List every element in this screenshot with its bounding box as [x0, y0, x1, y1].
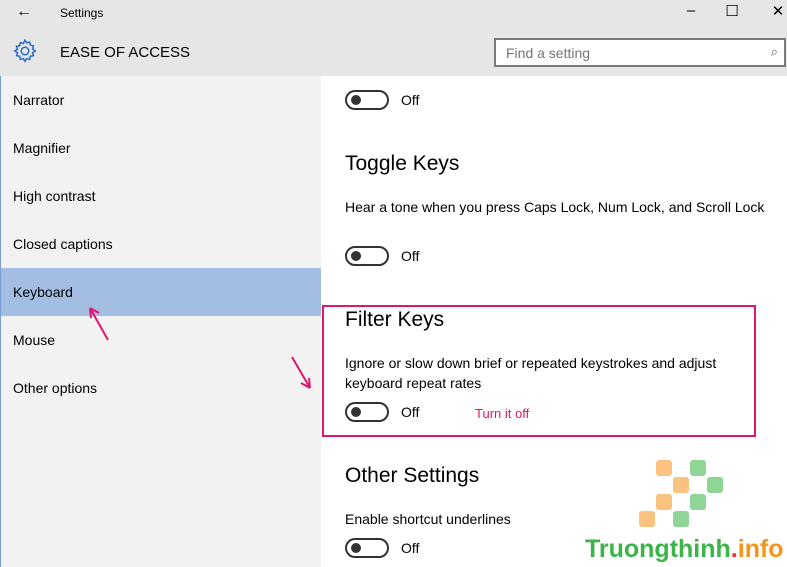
toggle-keys-desc: Hear a tone when you press Caps Lock, Nu… [345, 199, 765, 215]
search-box[interactable]: ⌕ [494, 38, 786, 67]
header: EASE OF ACCESS ⌕ [0, 28, 787, 76]
close-button[interactable]: ✕ [763, 2, 787, 20]
sidebar: Narrator Magnifier High contrast Closed … [0, 76, 321, 567]
title-bar: ← Settings – ☐ ✕ [0, 0, 787, 28]
shortcut-underlines-toggle[interactable] [345, 538, 389, 558]
search-input[interactable] [496, 40, 756, 65]
top-toggle-state: Off [401, 92, 420, 108]
toggle-keys-title: Toggle Keys [345, 152, 460, 175]
other-settings-title: Other Settings [345, 464, 480, 487]
minimize-button[interactable]: – [676, 2, 706, 19]
sidebar-item-magnifier[interactable]: Magnifier [1, 124, 321, 172]
sidebar-item-other-options[interactable]: Other options [1, 364, 321, 412]
gear-icon [13, 38, 37, 63]
watermark-dot: . [730, 535, 738, 563]
sidebar-item-keyboard[interactable]: Keyboard [1, 268, 321, 316]
section-title: EASE OF ACCESS [60, 44, 191, 61]
maximize-button[interactable]: ☐ [717, 2, 747, 20]
arrow-icon [291, 356, 311, 389]
watermark-suffix: info [737, 535, 784, 563]
watermark-name: Truongthinh [585, 535, 731, 563]
highlight-box [322, 305, 756, 437]
window-title: Settings [60, 6, 104, 20]
back-button[interactable]: ← [16, 3, 32, 21]
toggle-keys-toggle[interactable] [345, 246, 389, 266]
shortcut-underlines-state: Off [401, 540, 420, 556]
sidebar-item-mouse[interactable]: Mouse [1, 316, 321, 364]
annotation-text: Turn it off [475, 406, 530, 421]
sidebar-item-narrator[interactable]: Narrator [1, 76, 321, 124]
sidebar-item-closed-captions[interactable]: Closed captions [1, 220, 321, 268]
search-icon[interactable]: ⌕ [771, 44, 778, 60]
toggle-keys-state: Off [401, 248, 420, 264]
arrow-icon [89, 307, 109, 341]
top-toggle[interactable] [345, 90, 389, 110]
sidebar-item-high-contrast[interactable]: High contrast [1, 172, 321, 220]
watermark-text: Truongthinh.info [585, 535, 784, 564]
watermark-logo [639, 460, 723, 527]
